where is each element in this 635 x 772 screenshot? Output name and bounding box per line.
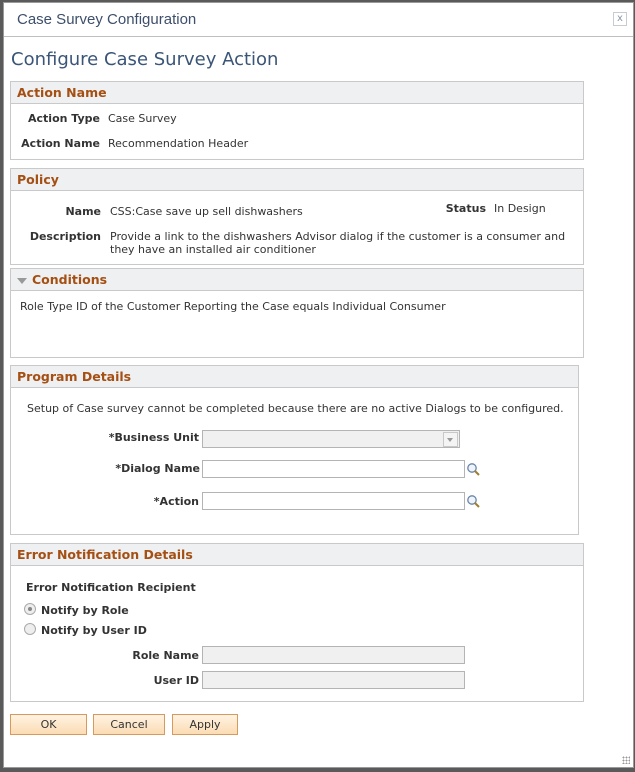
user-id-input[interactable] <box>202 671 465 689</box>
conditions-header[interactable]: Conditions <box>11 269 583 291</box>
close-icon[interactable]: x <box>613 12 627 26</box>
user-id-label: User ID <box>153 674 199 687</box>
conditions-section: Conditions <box>10 268 584 358</box>
action-type-label: Action Type <box>28 112 100 125</box>
policy-status-value: In Design <box>494 202 546 215</box>
dialog-name-input[interactable] <box>202 460 465 478</box>
section-header: Program Details <box>11 366 578 388</box>
action-name-label: Action Name <box>21 137 100 150</box>
action-type-value: Case Survey <box>108 112 177 125</box>
search-icon[interactable] <box>466 494 480 508</box>
notify-by-role-label[interactable]: Notify by Role <box>41 604 129 617</box>
action-input[interactable] <box>202 492 465 510</box>
role-name-input[interactable] <box>202 646 465 664</box>
dialog-titlebar[interactable]: Case Survey Configuration x <box>4 3 633 37</box>
ok-button[interactable]: OK <box>10 714 87 735</box>
recipient-label: Error Notification Recipient <box>26 581 196 594</box>
policy-description-label: Description <box>29 230 101 243</box>
notify-by-role-radio[interactable] <box>24 603 36 615</box>
action-name-value: Recommendation Header <box>108 137 249 150</box>
policy-description-value: Provide a link to the dishwashers Adviso… <box>110 230 566 256</box>
policy-status-label: Status <box>445 202 486 215</box>
dialog-name-label: *Dialog Name <box>115 462 200 475</box>
program-details-message: Setup of Case survey cannot be completed… <box>27 402 564 415</box>
search-icon[interactable] <box>466 462 480 476</box>
notify-by-user-radio[interactable] <box>24 623 36 635</box>
section-header-label: Conditions <box>32 272 108 287</box>
business-unit-label: *Business Unit <box>108 431 199 444</box>
notify-by-user-label[interactable]: Notify by User ID <box>41 624 147 637</box>
role-name-label: Role Name <box>132 649 199 662</box>
section-header: Error Notification Details <box>11 544 583 566</box>
collapse-triangle-icon[interactable] <box>17 277 27 284</box>
action-label: *Action <box>153 495 199 508</box>
apply-button[interactable]: Apply <box>172 714 238 735</box>
section-header: Action Name <box>11 82 583 104</box>
dialog-title: Case Survey Configuration <box>17 11 197 28</box>
cancel-button[interactable]: Cancel <box>93 714 165 735</box>
policy-name-value: CSS:Case save up sell dishwashers <box>110 205 303 218</box>
policy-name-label: Name <box>65 205 101 218</box>
resize-grip-icon[interactable] <box>622 756 630 764</box>
conditions-text: Role Type ID of the Customer Reporting t… <box>20 300 446 313</box>
business-unit-select[interactable] <box>202 430 460 448</box>
page-title: Configure Case Survey Action <box>11 49 279 70</box>
chevron-down-icon[interactable] <box>443 432 458 447</box>
section-header: Policy <box>11 169 583 191</box>
